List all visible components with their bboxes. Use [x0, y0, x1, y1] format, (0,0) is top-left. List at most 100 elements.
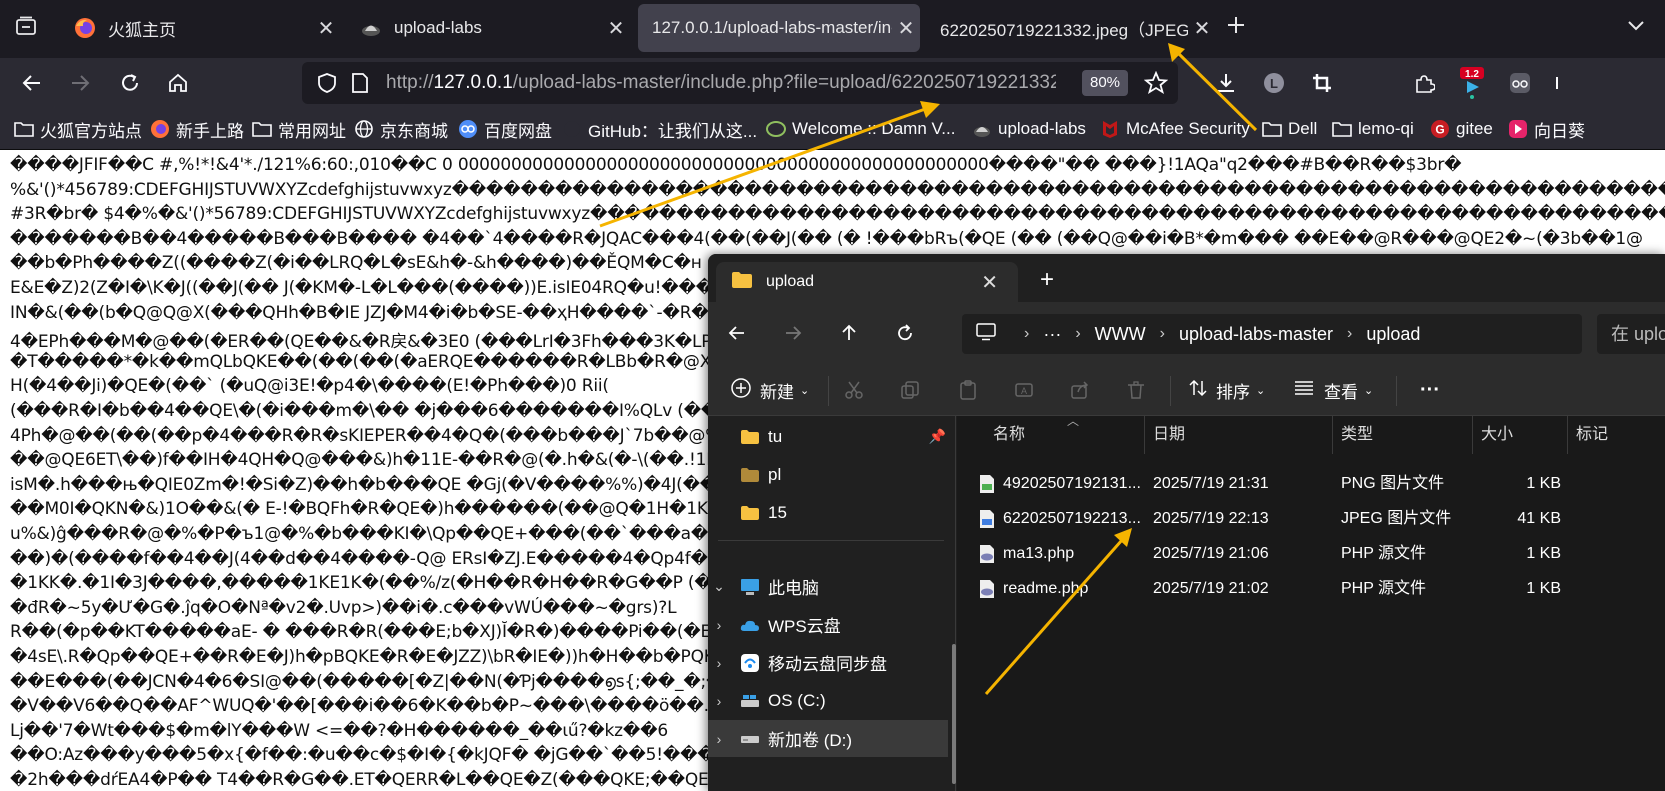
bookmark-item[interactable]: 京东商城 [354, 108, 448, 150]
url-bar[interactable]: http://127.0.0.1/upload-labs-master/incl… [302, 62, 1178, 104]
firefox-icon [74, 17, 96, 39]
breadcrumb-upload-labs-master[interactable]: upload-labs-master [1179, 324, 1333, 345]
bookmark-item[interactable]: lemo-qi [1332, 108, 1414, 150]
crop-icon[interactable] [1306, 67, 1338, 99]
back-arrow-icon[interactable] [722, 318, 752, 348]
column-header-type[interactable]: 类型 [1333, 416, 1473, 454]
bookmark-item[interactable]: 新手上路 [150, 108, 244, 150]
chevron-down-icon[interactable]: ⌄ [708, 578, 730, 595]
bookmark-item[interactable]: Dell [1262, 108, 1317, 150]
close-icon[interactable]: ✕ [892, 16, 920, 41]
nav-pane-scrollbar[interactable] [952, 644, 956, 784]
file-row[interactable]: 49202507192131... 2025/7/19 21:31 PNG 图片… [957, 466, 1665, 501]
breadcrumb-upload[interactable]: upload [1366, 324, 1420, 345]
url-text[interactable]: http://127.0.0.1/upload-labs-master/incl… [386, 62, 1056, 104]
list-all-tabs-chevron-icon[interactable] [1622, 14, 1650, 42]
close-icon[interactable]: ✕ [312, 16, 340, 41]
reload-icon[interactable] [114, 67, 146, 99]
close-icon[interactable]: ✕ [1188, 16, 1216, 41]
extension-badge-icon[interactable]: 1.2 [1456, 67, 1488, 99]
bookmark-item[interactable]: 百度网盘 [458, 108, 552, 150]
zoom-level-badge[interactable]: 80% [1082, 70, 1129, 96]
forward-arrow-icon[interactable] [64, 67, 96, 99]
bookmark-label: upload-labs [998, 119, 1086, 138]
paste-icon[interactable] [958, 364, 978, 416]
page-info-icon[interactable] [350, 72, 370, 99]
copy-icon[interactable] [900, 364, 920, 416]
chevron-right-icon[interactable]: › [708, 693, 730, 709]
downloads-icon[interactable] [1210, 67, 1242, 99]
breadcrumb[interactable]: › ··· › WWW › upload-labs-master › uploa… [962, 314, 1582, 354]
new-button[interactable]: 新建 ⌄ [730, 364, 809, 416]
cut-icon[interactable] [844, 364, 864, 416]
nav-item-os-c[interactable]: › OS (C:) [708, 682, 948, 719]
breadcrumb-overflow[interactable]: ··· [1043, 324, 1061, 345]
new-tab-icon[interactable] [1222, 14, 1250, 42]
nav-item-mobile-cloud[interactable]: › 移动云盘同步盘 [708, 644, 948, 681]
bookmark-item[interactable]: 火狐官方站点 [14, 108, 142, 150]
extensions-puzzle-icon[interactable] [1408, 67, 1440, 99]
nav-item-this-pc[interactable]: ⌄ 此电脑 [708, 568, 948, 605]
breadcrumb-www[interactable]: WWW [1095, 324, 1146, 345]
bookmark-label: 新手上路 [176, 121, 244, 141]
new-tab-icon[interactable]: + [1040, 266, 1054, 294]
refresh-icon[interactable] [890, 318, 920, 348]
url-host: 127.0.0.1 [433, 72, 513, 93]
bookmark-label: McAfee Security [1126, 119, 1250, 138]
chevron-right-icon[interactable]: › [708, 617, 730, 633]
bookmark-item[interactable]: GitHub：让我们从这... [562, 108, 757, 150]
bookmark-item[interactable]: G gitee [1430, 108, 1493, 150]
column-header-date[interactable]: 日期 [1145, 416, 1333, 454]
bookmark-item[interactable]: upload-labs [972, 108, 1086, 150]
sort-label: 排序 [1216, 382, 1250, 402]
bookmark-star-icon[interactable] [1143, 70, 1169, 100]
tab-upload-labs[interactable]: upload-labs ✕ [346, 4, 630, 52]
share-icon[interactable] [1070, 364, 1090, 416]
nav-item-pl[interactable]: pl [708, 456, 948, 493]
nav-item-tu[interactable]: tu 📌 [708, 418, 948, 455]
file-row[interactable]: 62202507192213... 2025/7/19 22:13 JPEG 图… [957, 501, 1665, 536]
back-arrow-icon[interactable] [16, 67, 48, 99]
close-icon[interactable]: ✕ [602, 16, 630, 41]
forward-arrow-icon[interactable] [778, 318, 808, 348]
bookmark-item[interactable]: 向日葵 [1508, 108, 1585, 150]
bookmark-item[interactable]: Welcome :: Damn V... [766, 108, 955, 150]
chevron-right-icon[interactable]: › [708, 655, 730, 671]
search-input[interactable]: 在 upload 中搜索 [1597, 314, 1665, 354]
overflow-menu-icon[interactable] [1548, 67, 1580, 99]
tab-include-php[interactable]: 127.0.0.1/upload-labs-master/include.php… [638, 4, 920, 52]
tracking-protection-shield-icon[interactable] [316, 72, 338, 99]
column-header-tags[interactable]: 标记 [1568, 416, 1665, 454]
file-row[interactable]: readme.php 2025/7/19 21:02 PHP 源文件 1 KB [957, 571, 1665, 606]
tab-firefox-home[interactable]: 火狐主页 ✕ [60, 4, 340, 52]
more-options-button[interactable]: ··· [1420, 364, 1440, 416]
svg-text:G: G [1435, 123, 1444, 137]
bookmark-item[interactable]: McAfee Security [1100, 108, 1250, 150]
home-icon[interactable] [162, 67, 194, 99]
bookmark-item[interactable]: 常用网址 [252, 108, 346, 150]
rename-icon[interactable]: A [1014, 364, 1034, 416]
file-size: 41 KB [1517, 510, 1561, 527]
tab-jpeg-image[interactable]: 6220250719221332.jpeg（JPEG 图像 ✕ [926, 4, 1216, 52]
svg-text:A: A [1021, 386, 1027, 396]
explorer-tab-upload[interactable]: upload ✕ [716, 262, 1018, 302]
nav-item-15[interactable]: 15 [708, 494, 948, 531]
tab-manager-icon[interactable] [12, 14, 40, 42]
nav-item-d-drive[interactable]: › 新加卷 (D:) [708, 720, 948, 757]
account-icon[interactable]: L [1258, 67, 1290, 99]
sort-button[interactable]: 排序 ⌄ [1188, 364, 1265, 416]
view-button[interactable]: 查看 ⌄ [1294, 364, 1373, 416]
column-header-size[interactable]: 大小 [1473, 416, 1568, 454]
chevron-right-icon[interactable]: › [708, 731, 730, 747]
reader-glasses-icon[interactable] [1504, 67, 1536, 99]
file-name: 62202507192213... [1003, 510, 1141, 527]
nav-item-wps-cloud[interactable]: › WPS云盘 [708, 606, 948, 643]
close-icon[interactable]: ✕ [981, 270, 998, 295]
this-pc-monitor-icon[interactable] [976, 322, 996, 346]
up-arrow-icon[interactable] [834, 318, 864, 348]
pin-icon[interactable]: 📌 [929, 428, 946, 445]
delete-trash-icon[interactable] [1126, 364, 1146, 416]
column-header-name[interactable]: 名称 [957, 416, 1145, 454]
explorer-tab-title: upload [766, 273, 815, 290]
file-row[interactable]: ma13.php 2025/7/19 21:06 PHP 源文件 1 KB [957, 536, 1665, 571]
